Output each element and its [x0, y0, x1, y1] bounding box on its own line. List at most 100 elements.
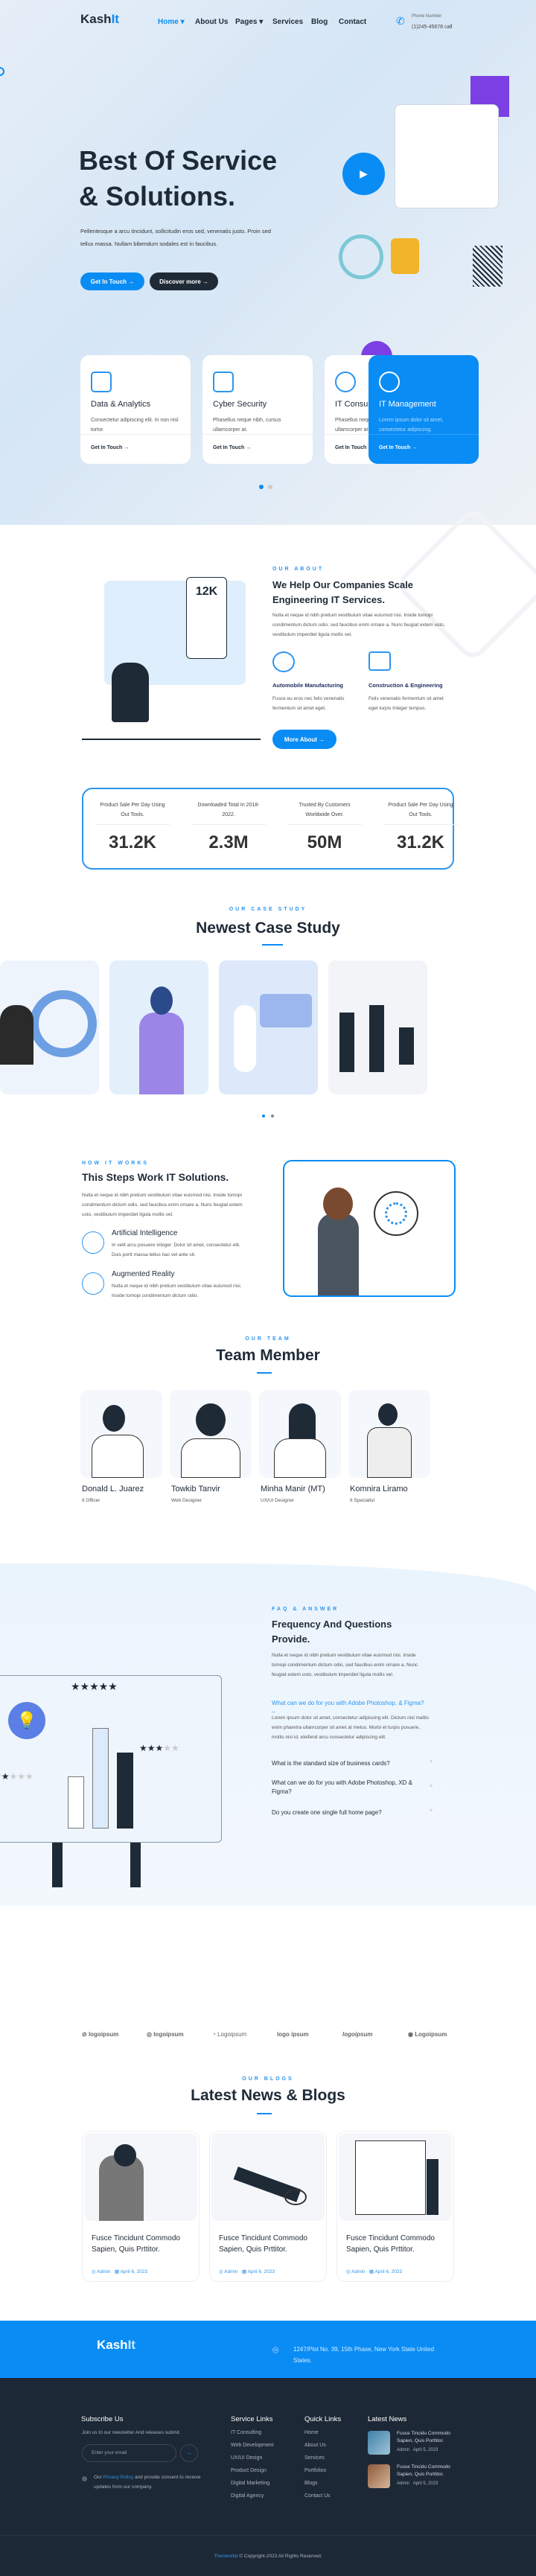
quick-link[interactable]: Blogs — [304, 2481, 318, 2486]
partner-logo: ◉ Logoipsum — [408, 2031, 447, 2038]
chevron-down-icon[interactable]: ˅ — [430, 1784, 433, 1789]
monitor-gear-icon — [368, 651, 391, 671]
team-photo[interactable] — [348, 1390, 430, 1478]
case-study-card[interactable] — [0, 960, 99, 1094]
blog-image — [84, 2133, 197, 2221]
carousel-dot-active[interactable] — [259, 485, 264, 489]
stripes-art — [473, 246, 502, 287]
phone-art-text: 12K — [186, 577, 227, 659]
nav-pages[interactable]: Pages ▾ — [235, 18, 263, 26]
news-meta: Admin April 5, 2023 — [397, 2481, 438, 2486]
news-thumbnail[interactable] — [368, 2431, 390, 2455]
ar-icon — [82, 1272, 104, 1295]
service-text: Lorem ipsum dolor sit amet, consectetur … — [379, 418, 444, 433]
phone-number[interactable]: (1)245-45678 call — [412, 25, 452, 30]
blog-card[interactable]: Fusce Tincidunt Commodo Sapien, Quis Prt… — [82, 2131, 200, 2282]
consent-checkbox[interactable] — [82, 2476, 87, 2481]
discover-more-button[interactable]: Discover more → — [150, 272, 218, 290]
chevron-down-icon[interactable]: ˅ — [430, 1808, 433, 1814]
quick-link[interactable]: Contact Us — [304, 2493, 331, 2499]
logo[interactable]: KashIt — [80, 12, 119, 27]
quick-link[interactable]: Portfolios — [304, 2468, 326, 2473]
member-name: Minha Manir (MT) — [261, 1485, 325, 1493]
how-item-title: Augmented Reality — [112, 1270, 175, 1278]
faq-eyebrow: FAQ & ANSWER — [272, 1607, 339, 1612]
service-link[interactable]: Digital Agency — [231, 2493, 264, 2499]
faq-answer: Lorem ipsum dolor sit amet, consectetur … — [272, 1715, 429, 1740]
blog-card[interactable]: Fusce Tincidunt Commodo Sapien, Quis Prt… — [209, 2131, 327, 2282]
nav-contact[interactable]: Contact — [339, 18, 366, 26]
service-card[interactable]: Data & Analytics Consectetur adipiscing e… — [80, 355, 191, 464]
blogs-title: Latest News & Blogs — [191, 2087, 345, 2104]
team-photo[interactable] — [170, 1390, 252, 1478]
service-link[interactable]: Get In Touch → — [368, 434, 479, 461]
carousel-dot-active[interactable] — [262, 1115, 265, 1118]
nav-home[interactable]: Home ▾ — [158, 18, 185, 26]
logo-text: Kash — [80, 12, 112, 26]
faq-question[interactable]: What can we do for you with Adobe Photos… — [272, 1779, 428, 1796]
blog-title[interactable]: Fusce Tincidunt Commodo Sapien, Quis Prt… — [346, 2233, 450, 2255]
service-link[interactable]: Get In Touch → — [202, 434, 313, 461]
play-video-button[interactable]: ▶ — [342, 153, 385, 195]
hero-illustration: ▶ — [298, 52, 514, 387]
more-about-button[interactable]: More About → — [272, 730, 336, 749]
blogs-eyebrow: OUR BLOGS — [242, 2076, 294, 2082]
service-card[interactable]: Cyber Security Phasellus neque nibh, curs… — [202, 355, 313, 464]
seo-monitor-icon — [213, 372, 234, 392]
team-photo[interactable] — [80, 1390, 162, 1478]
footer-heading: Latest News — [368, 2415, 407, 2423]
nav-services[interactable]: Services — [272, 18, 303, 26]
get-in-touch-button[interactable]: Get In Touch → — [80, 272, 144, 290]
carousel-dot[interactable] — [268, 485, 272, 489]
news-title[interactable]: Fusce Tincidu Commodo Sapien, Quis Portt… — [397, 2464, 453, 2478]
gear-bulb-icon — [272, 651, 295, 672]
quick-link[interactable]: About Us — [304, 2443, 326, 2448]
case-study-card[interactable] — [219, 960, 318, 1094]
nav-blog[interactable]: Blog — [311, 18, 328, 26]
email-input[interactable]: Enter your email — [82, 2444, 176, 2462]
member-role: Web Designer — [171, 1498, 202, 1503]
blog-card[interactable]: Fusce Tincidunt Commodo Sapien, Quis Prt… — [336, 2131, 454, 2282]
blog-image — [211, 2133, 325, 2221]
quick-link[interactable]: Services — [304, 2455, 325, 2461]
chevron-down-icon[interactable]: ˅ — [430, 1759, 433, 1764]
team-photo[interactable] — [259, 1390, 341, 1478]
service-link[interactable]: UX/UI Design — [231, 2455, 262, 2461]
member-role: UX/UI Designer — [261, 1498, 295, 1503]
service-link[interactable]: Digital Marketing — [231, 2481, 269, 2486]
carousel-dot[interactable] — [271, 1115, 274, 1118]
team-title: Team Member — [216, 1347, 320, 1364]
news-thumbnail[interactable] — [368, 2464, 390, 2488]
blog-title[interactable]: Fusce Tincidunt Commodo Sapien, Quis Prt… — [219, 2233, 323, 2255]
quick-link[interactable]: Home — [304, 2430, 319, 2435]
member-name: Donald L. Juarez — [82, 1485, 144, 1493]
service-title: Cyber Security — [213, 400, 267, 409]
footer-heading: Subscribe Us — [81, 2415, 124, 2423]
copyright: Themesflat © Copyright-2023 All Rights R… — [214, 2554, 322, 2559]
case-study-card[interactable] — [109, 960, 208, 1094]
faq-text: Nulla et neque id nibh pretium vestibulu… — [272, 1653, 418, 1677]
privacy-policy-link[interactable]: Privacy Policy — [103, 2475, 133, 2480]
subscribe-submit-button[interactable]: → — [180, 2444, 198, 2462]
service-card-active[interactable]: IT Management Lorem ipsum dolor sit amet,… — [368, 355, 479, 464]
footer-logo[interactable]: KashIt — [97, 2338, 135, 2353]
nav-about[interactable]: About Us — [195, 18, 228, 26]
copyright-brand-link[interactable]: Themesflat — [214, 2554, 237, 2559]
service-link[interactable]: Product Design — [231, 2468, 267, 2473]
person-art — [112, 663, 149, 722]
news-meta: Admin April 5, 2023 — [397, 2448, 438, 2452]
map-art — [391, 238, 419, 274]
service-link[interactable]: Get In Touch → — [80, 434, 191, 461]
phone-icon: ✆ — [396, 15, 405, 27]
footer-divider — [0, 2535, 536, 2536]
feature-text: Fusce eu eros nec felis venenatis fermen… — [272, 696, 345, 711]
case-study-card[interactable] — [328, 960, 427, 1094]
service-link[interactable]: Web Development — [231, 2443, 273, 2448]
faq-question[interactable]: Do you create one single full home page? — [272, 1808, 428, 1817]
blog-meta: ◎ Admin ▦ April 6, 2023 — [346, 2269, 403, 2274]
news-title[interactable]: Fusce Tincidu Commodo Sapien, Quis Portt… — [397, 2430, 453, 2445]
subscribe-text: Join us to our newsletter And releases s… — [82, 2430, 181, 2435]
blog-title[interactable]: Fusce Tincidunt Commodo Sapien, Quis Prt… — [92, 2233, 196, 2255]
service-link[interactable]: IT Consulting — [231, 2430, 261, 2435]
faq-question[interactable]: What is the standard size of business ca… — [272, 1759, 428, 1768]
